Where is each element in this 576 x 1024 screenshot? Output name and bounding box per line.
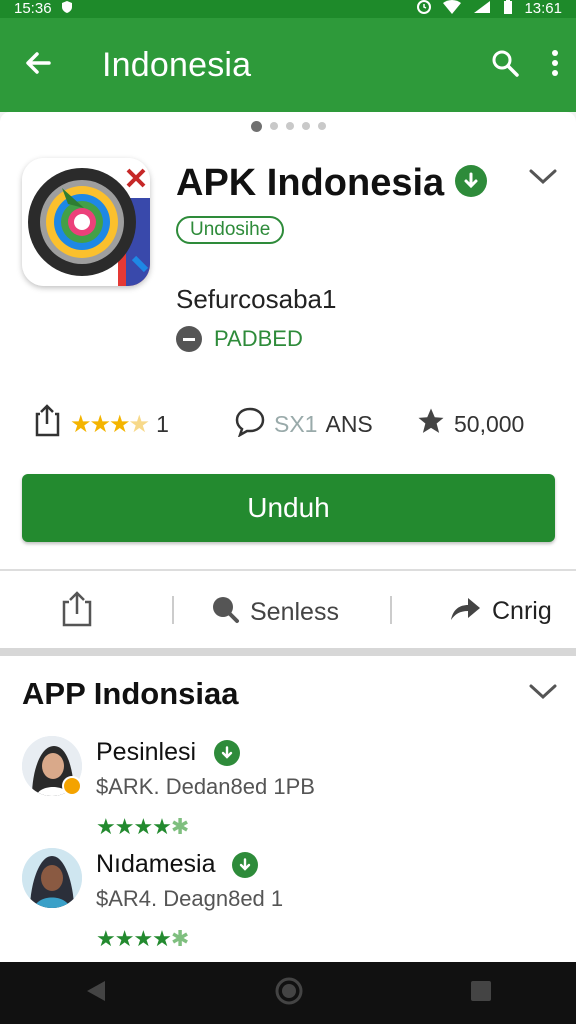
share-button[interactable] bbox=[60, 590, 94, 635]
rating-stars: ★★★★ bbox=[70, 410, 150, 438]
downloads-count: 50,000 bbox=[454, 410, 525, 437]
app-bar: Indonesia bbox=[0, 18, 576, 112]
alarm-icon bbox=[416, 0, 432, 20]
item-name: Pesinlesi bbox=[96, 738, 197, 766]
list-item[interactable]: Nıdamesia $AR4. Deagn8ed 1 ★★★★✱ bbox=[22, 848, 562, 960]
nav-home-icon[interactable] bbox=[274, 976, 304, 1011]
list-item[interactable]: Pesinlesi $ARK. Dedan8ed 1PB ★★★★✱ bbox=[22, 736, 562, 848]
nav-back-icon[interactable] bbox=[83, 978, 109, 1009]
category-chip[interactable]: Undosihe bbox=[176, 216, 285, 244]
status-time-right: 13:61 bbox=[524, 0, 562, 17]
chevron-down-icon[interactable] bbox=[528, 682, 558, 707]
status-label: PADBED bbox=[214, 326, 303, 351]
page-indicator bbox=[0, 121, 576, 132]
separator bbox=[172, 596, 174, 624]
rating-stars: ★★★★✱ bbox=[96, 814, 189, 839]
share-icon bbox=[60, 590, 94, 635]
wifi-icon bbox=[442, 0, 462, 20]
send-button[interactable]: Cnrig bbox=[448, 594, 552, 629]
actions-row: Senless Cnrig bbox=[0, 572, 576, 648]
forward-arrow-icon bbox=[448, 594, 482, 629]
search-icon bbox=[210, 594, 240, 631]
more-vert-icon[interactable] bbox=[550, 48, 560, 83]
verified-icon bbox=[232, 852, 258, 878]
send-label: Cnrig bbox=[492, 597, 552, 625]
item-name: Nıdamesia bbox=[96, 850, 216, 878]
status-bar: 15:36 13:61 bbox=[0, 0, 576, 18]
reviews-suffix: ANS bbox=[325, 410, 373, 437]
item-size: $ARK. Dedan8ed 1PB bbox=[96, 774, 315, 799]
app-detail-card: APK Indonesia Undosihe Sefurcosaba1 PADB… bbox=[0, 112, 576, 650]
developer-name: Sefurcosaba1 bbox=[176, 284, 337, 314]
verified-icon bbox=[455, 165, 487, 197]
apps-section: APP Indonsiaa Pesinlesi $ARK. Dedan8ed 1… bbox=[0, 656, 576, 962]
search-icon[interactable] bbox=[490, 48, 520, 83]
badge-icon bbox=[62, 776, 82, 796]
search-action-label: Senless bbox=[250, 598, 339, 626]
app-icon bbox=[22, 158, 150, 286]
search-action-button[interactable]: Senless bbox=[210, 594, 339, 631]
page-dot bbox=[285, 122, 294, 130]
navigation-bar bbox=[0, 962, 576, 1024]
separator bbox=[390, 596, 392, 624]
chevron-down-icon[interactable] bbox=[528, 167, 558, 192]
share-doc-icon bbox=[34, 404, 62, 444]
page-dot bbox=[269, 122, 278, 130]
install-button[interactable]: Unduh bbox=[22, 474, 555, 542]
reviews-prefix: SX1 bbox=[274, 410, 318, 437]
back-button[interactable] bbox=[0, 18, 76, 112]
star-icon bbox=[416, 406, 446, 442]
shield-icon bbox=[60, 0, 74, 19]
reviews-stat: SX1 ANS bbox=[234, 405, 373, 443]
battery-icon bbox=[502, 0, 514, 20]
minus-circle-icon bbox=[176, 326, 202, 352]
section-divider bbox=[0, 648, 576, 656]
app-status: PADBED bbox=[176, 326, 303, 352]
avatar bbox=[22, 848, 82, 908]
status-time-left: 15:36 bbox=[14, 0, 52, 17]
comment-icon bbox=[234, 405, 266, 443]
item-size: $AR4. Deagn8ed 1 bbox=[96, 886, 284, 911]
rating-count: 1 bbox=[156, 410, 169, 437]
nav-recents-icon[interactable] bbox=[469, 979, 493, 1008]
section-title: APP Indonsiaa bbox=[22, 676, 239, 711]
divider bbox=[0, 569, 576, 571]
app-name: APK Indonesia bbox=[176, 162, 445, 204]
rating-stat: ★★★★ 1 bbox=[34, 404, 169, 444]
page-title: Indonesia bbox=[102, 45, 252, 84]
page-dot bbox=[301, 122, 310, 130]
verified-icon bbox=[214, 740, 240, 766]
rating-stars: ★★★★✱ bbox=[96, 926, 189, 951]
stats-row: ★★★★ 1 SX1 ANS 50,000 bbox=[0, 404, 576, 444]
page-dot bbox=[250, 121, 262, 132]
page-dot bbox=[317, 122, 326, 130]
back-arrow-icon bbox=[23, 48, 53, 83]
downloads-stat: 50,000 bbox=[416, 406, 524, 442]
signal-icon bbox=[472, 0, 492, 20]
